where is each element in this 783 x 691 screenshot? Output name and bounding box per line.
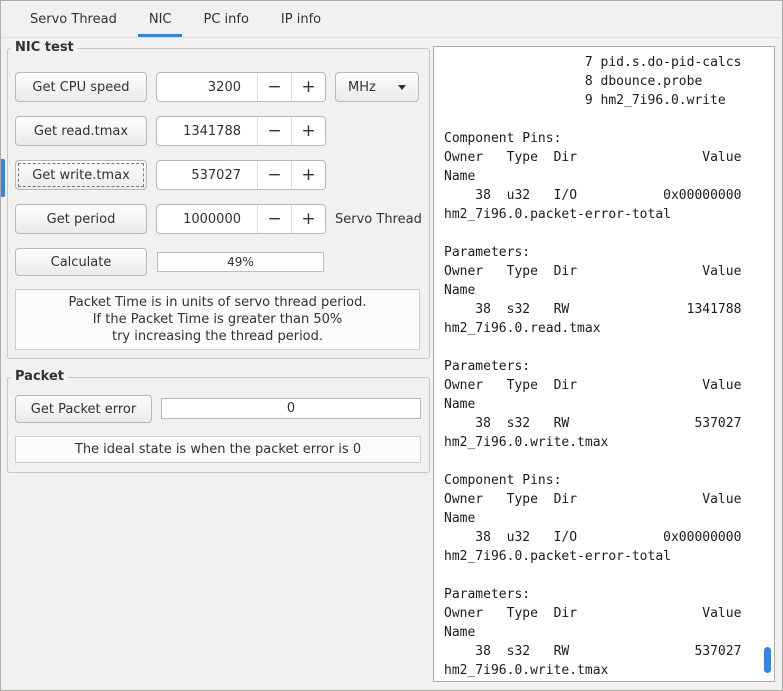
read-tmax-value: 1341788 bbox=[183, 123, 241, 139]
get-packet-error-button[interactable]: Get Packet error bbox=[15, 395, 152, 423]
cpu-speed-plus-button[interactable]: + bbox=[291, 73, 325, 101]
read-tmax-spinbox[interactable]: 1341788 − + bbox=[156, 116, 326, 146]
nic-test-frame-label: NIC test bbox=[11, 40, 78, 55]
cpu-speed-unit-dropdown[interactable]: MHz bbox=[335, 72, 419, 102]
get-cpu-speed-button[interactable]: Get CPU speed bbox=[15, 72, 147, 102]
console-scrollbar-thumb[interactable] bbox=[764, 647, 771, 673]
cpu-speed-spinbox[interactable]: 3200 − + bbox=[156, 72, 326, 102]
tab-ip-info[interactable]: IP info bbox=[265, 1, 337, 37]
packet-time-progress-value: 49% bbox=[227, 255, 254, 269]
application-window: Servo Thread NIC PC info IP info NIC tes… bbox=[0, 0, 783, 691]
tab-nic[interactable]: NIC bbox=[133, 1, 188, 37]
packet-frame-label: Packet bbox=[11, 369, 68, 384]
get-period-button[interactable]: Get period bbox=[15, 204, 147, 234]
get-write-tmax-button[interactable]: Get write.tmax bbox=[15, 160, 147, 190]
cpu-speed-unit-value: MHz bbox=[348, 79, 376, 95]
period-value: 1000000 bbox=[183, 211, 241, 227]
cpu-speed-minus-button[interactable]: − bbox=[257, 73, 291, 101]
read-tmax-plus-button[interactable]: + bbox=[291, 117, 325, 145]
tab-nic-label: NIC bbox=[148, 11, 172, 27]
get-read-tmax-button[interactable]: Get read.tmax bbox=[15, 116, 147, 146]
tab-pc-info-label: PC info bbox=[203, 11, 249, 27]
tab-servo-thread[interactable]: Servo Thread bbox=[14, 1, 133, 37]
calculate-button[interactable]: Calculate bbox=[15, 248, 147, 276]
cpu-speed-value: 3200 bbox=[207, 79, 241, 95]
read-tmax-minus-button[interactable]: − bbox=[257, 117, 291, 145]
left-scrollbar-thumb[interactable] bbox=[1, 159, 5, 197]
tab-pc-info[interactable]: PC info bbox=[187, 1, 264, 37]
packet-error-note: The ideal state is when the packet error… bbox=[15, 436, 421, 463]
write-tmax-plus-button[interactable]: + bbox=[291, 161, 325, 189]
packet-time-note: Packet Time is in units of servo thread … bbox=[15, 289, 420, 350]
chevron-down-icon bbox=[398, 84, 406, 90]
period-spinbox[interactable]: 1000000 − + bbox=[156, 204, 326, 234]
hal-output-text: 7 pid.s.do-pid-calcs 8 dbounce.probe 9 h… bbox=[444, 55, 742, 678]
tab-ip-info-label: IP info bbox=[280, 11, 322, 27]
packet-error-field[interactable]: 0 bbox=[161, 398, 421, 419]
tab-servo-thread-label: Servo Thread bbox=[30, 11, 117, 27]
period-plus-button[interactable]: + bbox=[291, 205, 325, 233]
period-minus-button[interactable]: − bbox=[257, 205, 291, 233]
write-tmax-value: 537027 bbox=[191, 167, 241, 183]
servo-thread-label: Servo Thread bbox=[335, 211, 422, 227]
packet-error-value: 0 bbox=[286, 401, 296, 416]
notebook-tab-bar: Servo Thread NIC PC info IP info bbox=[2, 1, 781, 38]
write-tmax-spinbox[interactable]: 537027 − + bbox=[156, 160, 326, 190]
write-tmax-minus-button[interactable]: − bbox=[257, 161, 291, 189]
hal-output-panel[interactable]: 7 pid.s.do-pid-calcs 8 dbounce.probe 9 h… bbox=[433, 46, 775, 682]
packet-time-progressbar: 49% bbox=[157, 252, 324, 272]
